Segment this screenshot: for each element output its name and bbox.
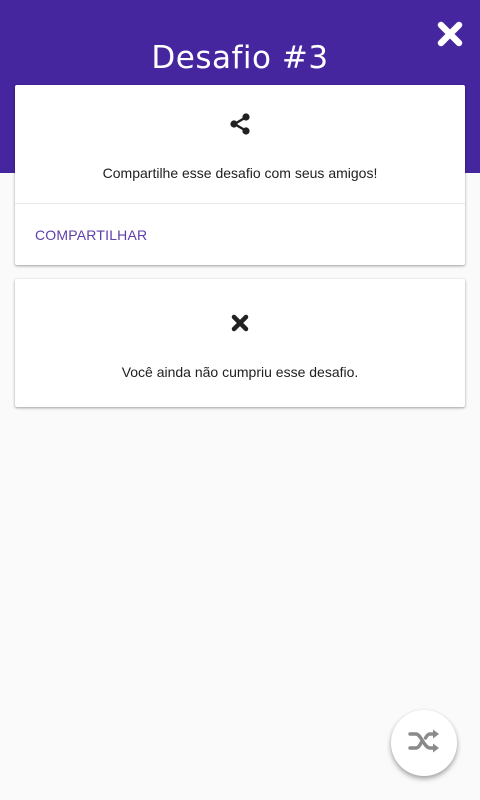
shuffle-button[interactable]: [391, 710, 457, 776]
card-divider: [15, 203, 465, 204]
close-icon: [436, 20, 464, 53]
share-card-text: Compartilhe esse desafio com seus amigos…: [102, 165, 378, 181]
status-card-text: Você ainda não cumpriu esse desafio.: [121, 364, 359, 380]
page-title: Desafio #3: [151, 40, 329, 76]
share-icon: [228, 112, 252, 141]
share-card: Compartilhe esse desafio com seus amigos…: [15, 85, 465, 265]
shuffle-icon: [407, 727, 441, 760]
share-button[interactable]: COMPARTILHAR: [27, 222, 155, 248]
share-icon-wrap: [15, 112, 465, 141]
close-button[interactable]: [430, 16, 470, 56]
close-icon: [230, 313, 250, 338]
status-card: Você ainda não cumpriu esse desafio.: [15, 279, 465, 407]
status-icon-wrap: [15, 313, 465, 338]
